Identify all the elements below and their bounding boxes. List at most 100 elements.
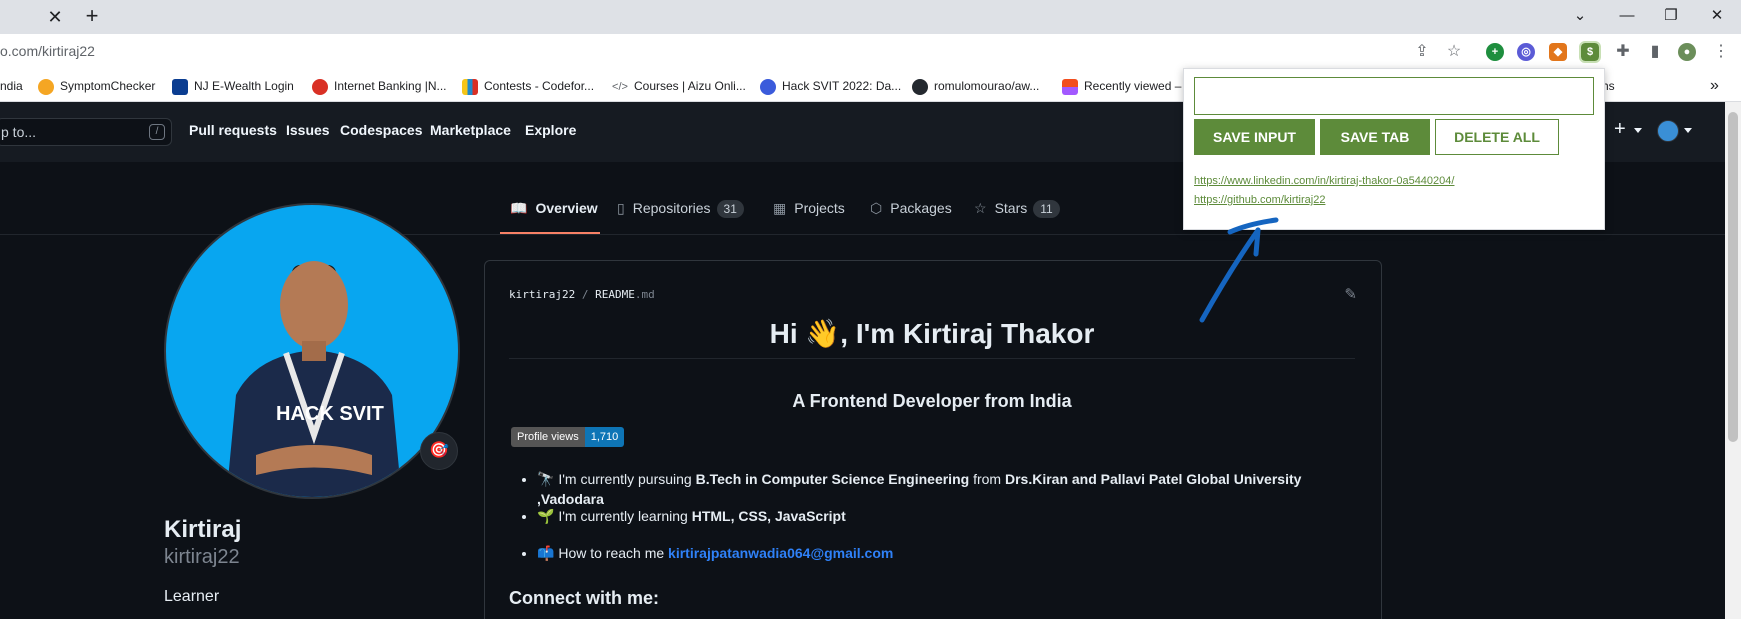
readme-owner[interactable]: kirtiraj22 — [509, 288, 575, 301]
delete-all-button[interactable]: DELETE ALL — [1435, 119, 1559, 155]
bookmark-item[interactable]: </> Courses | Aizu Onli... — [612, 77, 746, 95]
minimize-button[interactable]: — — [1607, 2, 1647, 30]
chevron-down-icon[interactable] — [1684, 128, 1692, 133]
tab-packages[interactable]: ⬡ Packages — [870, 200, 952, 217]
table-icon: ▦ — [773, 200, 787, 216]
stars-count-badge: 11 — [1033, 200, 1060, 218]
list-text: How to reach me — [558, 545, 669, 561]
new-tab-button[interactable]: + — [80, 4, 104, 28]
bookmark-item[interactable]: ndia — [0, 77, 23, 95]
tab-label: Projects — [794, 200, 845, 216]
scrollbar-thumb[interactable] — [1728, 112, 1738, 442]
bookmark-item[interactable]: Recently viewed – F — [1062, 77, 1192, 95]
mailbox-icon: 📫 — [537, 545, 555, 561]
tab-strip: ✕ + ⌄ — ❐ ✕ — [0, 0, 1741, 34]
tab-saver-extension-icon[interactable]: $ — [1579, 41, 1601, 63]
code-brackets-icon: </> — [612, 80, 628, 93]
book-icon: 📖 — [510, 200, 528, 216]
chrome-menu-icon[interactable]: ⋮ — [1711, 42, 1731, 62]
telescope-icon: 🔭 — [537, 471, 555, 487]
repo-count-badge: 31 — [716, 200, 744, 218]
address-bar: o.com/kirtiraj22 ⇪ ☆ + ◎ ◆ $ ✚ ▮ ● ⋮ — [0, 34, 1741, 70]
tab-label: Overview — [535, 200, 598, 216]
nav-pull-requests[interactable]: Pull requests — [189, 122, 277, 138]
metamask-icon[interactable]: ◆ — [1549, 43, 1567, 61]
bookmark-label: Contests - Codefor... — [484, 79, 595, 93]
tab-overview[interactable]: 📖 Overview — [510, 200, 598, 217]
bookmark-item[interactable]: Hack SVIT 2022: Da... — [760, 77, 901, 95]
save-tab-button[interactable]: SAVE TAB — [1320, 119, 1430, 155]
figma-icon — [1062, 78, 1078, 95]
extension-popup: SAVE INPUT SAVE TAB DELETE ALL https://w… — [1183, 68, 1605, 230]
readme-path: kirtiraj22 / README.md — [509, 288, 655, 301]
create-new-plus-icon[interactable]: + — [1614, 118, 1626, 141]
bookmark-label: SymptomChecker — [60, 79, 156, 93]
list-text: I'm currently pursuing — [558, 471, 696, 487]
close-window-button[interactable]: ✕ — [1697, 2, 1737, 30]
user-avatar[interactable] — [1657, 120, 1679, 142]
bookmark-label: romulomourao/aw... — [934, 79, 1040, 93]
slash-key-hint: / — [149, 124, 165, 140]
url-field[interactable]: o.com/kirtiraj22 — [0, 43, 95, 59]
side-panel-icon[interactable]: ▮ — [1645, 42, 1665, 62]
profile-avatar[interactable]: HACK SVIT — [164, 203, 460, 499]
extensions-puzzle-icon[interactable]: ✚ — [1613, 42, 1633, 62]
annotation-arrow — [1199, 217, 1279, 323]
active-tab-underline — [500, 232, 600, 234]
profile-avatar-icon[interactable]: ● — [1678, 43, 1696, 61]
restore-button[interactable]: ❐ — [1651, 2, 1691, 30]
bookmark-label: NJ E-Wealth Login — [194, 79, 294, 93]
tab-label: Packages — [890, 200, 952, 216]
badge-value: 1,710 — [584, 427, 625, 447]
nav-explore[interactable]: Explore — [525, 122, 576, 138]
chevron-down-icon[interactable] — [1634, 128, 1642, 133]
tab-projects[interactable]: ▦ Projects — [773, 200, 845, 217]
nav-issues[interactable]: Issues — [286, 122, 330, 138]
saved-link-github[interactable]: https://github.com/kirtiraj22 — [1194, 194, 1325, 206]
bank-logo-icon — [312, 78, 328, 95]
saved-link-linkedin[interactable]: https://www.linkedin.com/in/kirtiraj-tha… — [1194, 175, 1454, 187]
readme-list: 🔭 I'm currently pursuing B.Tech in Compu… — [537, 469, 1357, 580]
list-bold: B.Tech in Computer Science Engineering — [695, 471, 970, 487]
star-icon: ☆ — [974, 200, 987, 216]
repo-icon: ▯ — [617, 200, 625, 216]
path-separator: / — [575, 288, 596, 301]
pencil-icon[interactable]: ✎ — [1344, 285, 1357, 303]
bookmarks-overflow-icon[interactable]: » — [1710, 77, 1719, 95]
readme-file[interactable]: README — [595, 288, 635, 301]
bookmark-item[interactable]: romulomourao/aw... — [912, 77, 1039, 95]
scrollbar[interactable] — [1725, 102, 1741, 619]
list-item: 🌱 I'm currently learning HTML, CSS, Java… — [537, 506, 1357, 543]
extension-plus-icon[interactable]: + — [1486, 43, 1504, 61]
bookmark-item[interactable]: SymptomChecker — [38, 77, 155, 95]
bookmark-star-icon[interactable]: ☆ — [1444, 42, 1464, 62]
bookmark-item[interactable]: NJ E-Wealth Login — [172, 77, 294, 95]
tab-search-icon[interactable]: ⌄ — [1560, 2, 1600, 30]
bookmark-item[interactable]: Contests - Codefor... — [462, 77, 594, 95]
close-tab-icon[interactable]: ✕ — [44, 6, 66, 28]
nav-marketplace[interactable]: Marketplace — [430, 122, 511, 138]
bookmark-label: Internet Banking |N... — [334, 79, 447, 93]
tab-stars[interactable]: ☆ Stars 11 — [974, 200, 1060, 218]
list-item: 🔭 I'm currently pursuing B.Tech in Compu… — [537, 469, 1357, 507]
save-input-button[interactable]: SAVE INPUT — [1194, 119, 1315, 155]
bookmark-label: Hack SVIT 2022: Da... — [782, 79, 902, 93]
popup-text-input[interactable] — [1194, 77, 1594, 115]
extension-globe-icon[interactable]: ◎ — [1517, 43, 1535, 61]
list-item: 📫 How to reach me kirtirajpatanwadia064@… — [537, 543, 1357, 580]
email-link[interactable]: kirtirajpatanwadia064@gmail.com — [668, 545, 893, 561]
profile-bio: Learner — [164, 588, 220, 605]
status-emoji-button[interactable]: 🎯 — [420, 432, 458, 470]
connect-heading: Connect with me: — [509, 588, 660, 608]
nav-codespaces[interactable]: Codespaces — [340, 122, 422, 138]
list-text: I'm currently learning — [558, 508, 692, 524]
codeforces-icon — [462, 78, 478, 95]
bookmark-item[interactable]: Internet Banking |N... — [312, 77, 447, 95]
search-placeholder: p to... — [1, 124, 37, 140]
tab-label: Repositories — [632, 200, 711, 216]
share-icon[interactable]: ⇪ — [1412, 42, 1432, 62]
tab-repositories[interactable]: ▯ Repositories 31 — [617, 200, 744, 218]
search-input[interactable]: p to... / — [0, 118, 172, 146]
list-bold: HTML, CSS, JavaScript — [691, 508, 846, 524]
github-icon — [912, 78, 928, 95]
